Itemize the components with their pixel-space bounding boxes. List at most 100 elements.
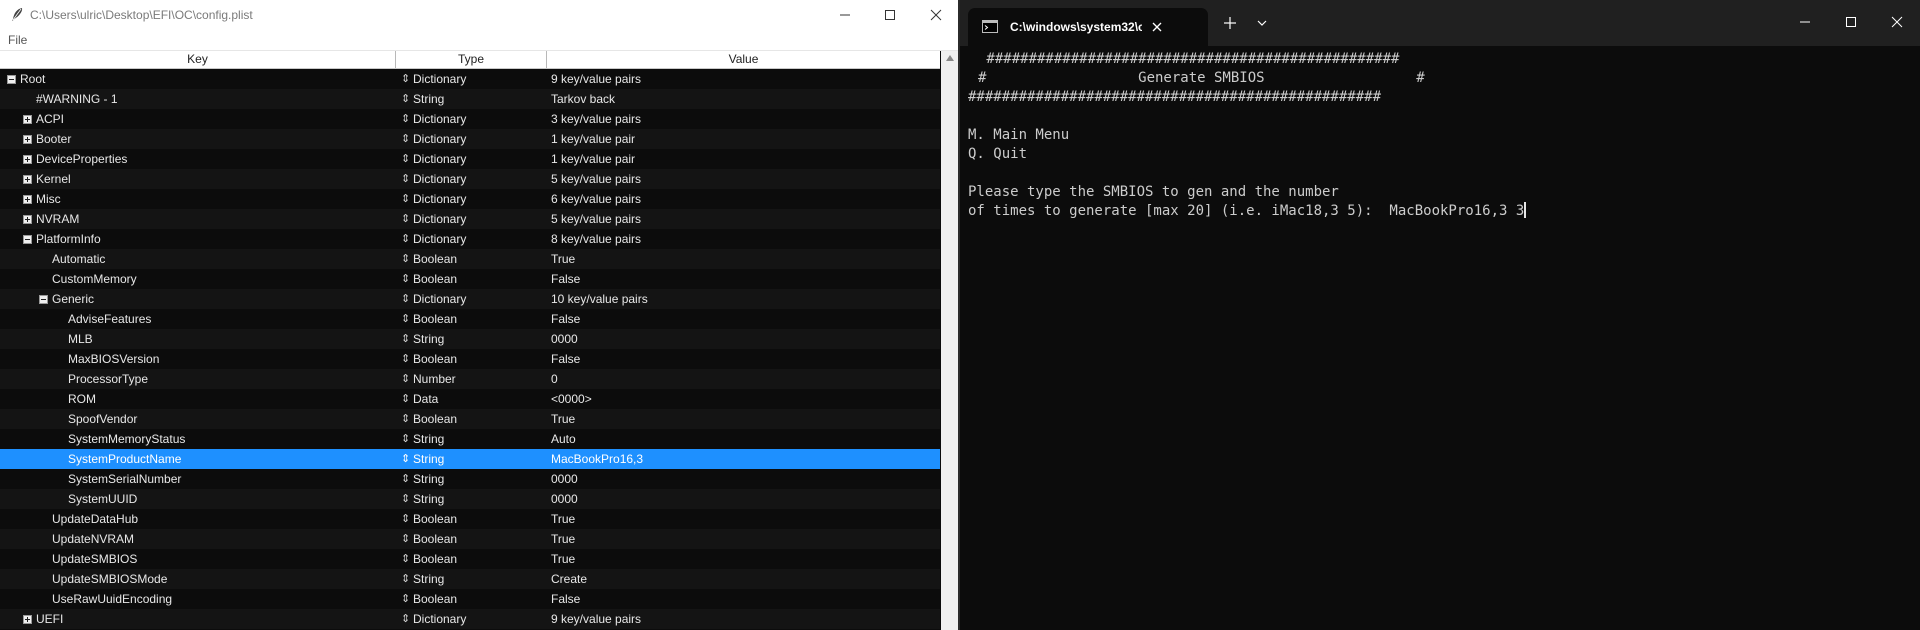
- menu-file[interactable]: File: [8, 33, 27, 47]
- tree-row[interactable]: UpdateSMBIOS ⇕ Boolean True: [0, 549, 940, 569]
- expand-icon[interactable]: [23, 115, 32, 124]
- tree-row[interactable]: Generic ⇕ Dictionary 10 key/value pairs: [0, 289, 940, 309]
- collapse-icon[interactable]: [23, 235, 32, 244]
- tree-row[interactable]: CustomMemory ⇕ Boolean False: [0, 269, 940, 289]
- tree-row[interactable]: Root ⇕ Dictionary 9 key/value pairs: [0, 69, 940, 89]
- row-value[interactable]: 5 key/value pairs: [551, 209, 641, 229]
- row-value[interactable]: <0000>: [551, 389, 592, 409]
- type-selector-icon[interactable]: ⇕: [401, 309, 410, 329]
- tree-row[interactable]: ProcessorType ⇕ Number 0: [0, 369, 940, 389]
- type-selector-icon[interactable]: ⇕: [401, 109, 410, 129]
- tree-row[interactable]: Booter ⇕ Dictionary 1 key/value pair: [0, 129, 940, 149]
- row-value[interactable]: MacBookPro16,3: [551, 449, 643, 469]
- type-selector-icon[interactable]: ⇕: [401, 209, 410, 229]
- type-selector-icon[interactable]: ⇕: [401, 449, 410, 469]
- tree-row[interactable]: SystemMemoryStatus ⇕ String Auto: [0, 429, 940, 449]
- tree-row[interactable]: UEFI ⇕ Dictionary 9 key/value pairs: [0, 609, 940, 629]
- tree-row[interactable]: SystemSerialNumber ⇕ String 0000: [0, 469, 940, 489]
- row-value[interactable]: 0000: [551, 489, 578, 509]
- row-value[interactable]: False: [551, 589, 580, 609]
- type-selector-icon[interactable]: ⇕: [401, 69, 410, 89]
- type-selector-icon[interactable]: ⇕: [401, 249, 410, 269]
- type-selector-icon[interactable]: ⇕: [401, 229, 410, 249]
- row-value[interactable]: 6 key/value pairs: [551, 189, 641, 209]
- tree-row[interactable]: Misc ⇕ Dictionary 6 key/value pairs: [0, 189, 940, 209]
- row-value[interactable]: 9 key/value pairs: [551, 69, 641, 89]
- tree-row[interactable]: Automatic ⇕ Boolean True: [0, 249, 940, 269]
- tab-close-icon[interactable]: [1150, 20, 1164, 34]
- plist-titlebar[interactable]: C:\Users\ulric\Desktop\EFI\OC\config.pli…: [0, 0, 958, 30]
- collapse-icon[interactable]: [7, 75, 16, 84]
- row-value[interactable]: True: [551, 409, 575, 429]
- tree-row[interactable]: AdviseFeatures ⇕ Boolean False: [0, 309, 940, 329]
- type-selector-icon[interactable]: ⇕: [401, 129, 410, 149]
- tree-row[interactable]: UpdateSMBIOSMode ⇕ String Create: [0, 569, 940, 589]
- terminal-maximize-button[interactable]: [1828, 0, 1874, 44]
- tree-row[interactable]: ROM ⇕ Data <0000>: [0, 389, 940, 409]
- type-selector-icon[interactable]: ⇕: [401, 329, 410, 349]
- row-value[interactable]: 9 key/value pairs: [551, 609, 641, 629]
- close-button[interactable]: [913, 0, 958, 30]
- vertical-scrollbar[interactable]: [941, 51, 958, 630]
- type-selector-icon[interactable]: ⇕: [401, 589, 410, 609]
- tree-row[interactable]: MaxBIOSVersion ⇕ Boolean False: [0, 349, 940, 369]
- expand-icon[interactable]: [23, 155, 32, 164]
- type-selector-icon[interactable]: ⇕: [401, 389, 410, 409]
- terminal-tab[interactable]: C:\windows\system32\cmd.exe: [968, 8, 1208, 46]
- type-selector-icon[interactable]: ⇕: [401, 509, 410, 529]
- row-value[interactable]: False: [551, 309, 580, 329]
- row-value[interactable]: False: [551, 349, 580, 369]
- type-selector-icon[interactable]: ⇕: [401, 489, 410, 509]
- expand-icon[interactable]: [23, 615, 32, 624]
- collapse-icon[interactable]: [39, 295, 48, 304]
- row-value[interactable]: Create: [551, 569, 587, 589]
- type-selector-icon[interactable]: ⇕: [401, 169, 410, 189]
- row-value[interactable]: 0000: [551, 329, 578, 349]
- type-selector-icon[interactable]: ⇕: [401, 609, 410, 629]
- row-value[interactable]: 0: [551, 369, 558, 389]
- type-selector-icon[interactable]: ⇕: [401, 269, 410, 289]
- tree-row[interactable]: SystemProductName ⇕ String MacBookPro16,3: [0, 449, 940, 469]
- row-value[interactable]: True: [551, 549, 575, 569]
- tree-row[interactable]: SystemUUID ⇕ String 0000: [0, 489, 940, 509]
- type-selector-icon[interactable]: ⇕: [401, 549, 410, 569]
- row-value[interactable]: 10 key/value pairs: [551, 289, 648, 309]
- type-selector-icon[interactable]: ⇕: [401, 529, 410, 549]
- minimize-button[interactable]: [822, 0, 868, 30]
- tree-row[interactable]: ACPI ⇕ Dictionary 3 key/value pairs: [0, 109, 940, 129]
- type-selector-icon[interactable]: ⇕: [401, 409, 410, 429]
- row-value[interactable]: False: [551, 269, 580, 289]
- row-value[interactable]: 5 key/value pairs: [551, 169, 641, 189]
- type-selector-icon[interactable]: ⇕: [401, 369, 410, 389]
- expand-icon[interactable]: [23, 215, 32, 224]
- tree-row[interactable]: NVRAM ⇕ Dictionary 5 key/value pairs: [0, 209, 940, 229]
- row-value[interactable]: Auto: [551, 429, 576, 449]
- type-selector-icon[interactable]: ⇕: [401, 289, 410, 309]
- row-value[interactable]: 3 key/value pairs: [551, 109, 641, 129]
- scroll-up-arrow-icon[interactable]: [946, 55, 954, 61]
- row-value[interactable]: Tarkov back: [551, 89, 615, 109]
- row-value[interactable]: True: [551, 529, 575, 549]
- maximize-button[interactable]: [867, 0, 913, 30]
- row-value[interactable]: 1 key/value pair: [551, 129, 635, 149]
- expand-icon[interactable]: [23, 135, 32, 144]
- column-type-header[interactable]: Type: [396, 51, 547, 68]
- terminal-minimize-button[interactable]: [1782, 0, 1828, 44]
- type-selector-icon[interactable]: ⇕: [401, 569, 410, 589]
- type-selector-icon[interactable]: ⇕: [401, 149, 410, 169]
- type-selector-icon[interactable]: ⇕: [401, 429, 410, 449]
- row-value[interactable]: True: [551, 509, 575, 529]
- terminal-tabbar[interactable]: C:\windows\system32\cmd.exe: [960, 0, 1920, 46]
- type-selector-icon[interactable]: ⇕: [401, 469, 410, 489]
- expand-icon[interactable]: [23, 195, 32, 204]
- terminal-close-button[interactable]: [1874, 0, 1920, 44]
- plus-icon[interactable]: [1220, 13, 1240, 33]
- type-selector-icon[interactable]: ⇕: [401, 189, 410, 209]
- tree-row[interactable]: UseRawUuidEncoding ⇕ Boolean False: [0, 589, 940, 609]
- chevron-down-icon[interactable]: [1252, 13, 1272, 33]
- row-value[interactable]: 1 key/value pair: [551, 149, 635, 169]
- row-value[interactable]: True: [551, 249, 575, 269]
- type-selector-icon[interactable]: ⇕: [401, 89, 410, 109]
- tree-row[interactable]: UpdateNVRAM ⇕ Boolean True: [0, 529, 940, 549]
- tree-row[interactable]: UpdateDataHub ⇕ Boolean True: [0, 509, 940, 529]
